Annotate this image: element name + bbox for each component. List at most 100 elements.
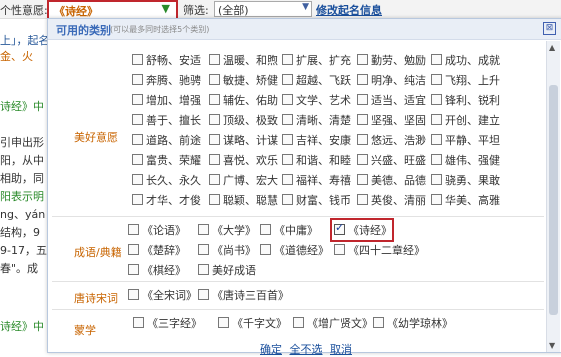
category-option[interactable]: 《道德经》 xyxy=(260,242,329,258)
category-option[interactable]: 财富、钱币 xyxy=(282,192,351,208)
filter-select[interactable]: (全部) ▼ xyxy=(214,1,312,17)
checkbox[interactable] xyxy=(198,244,209,255)
checkbox[interactable] xyxy=(282,134,293,145)
checkbox[interactable] xyxy=(209,94,220,105)
category-option[interactable]: 善于、擅长 xyxy=(132,112,201,128)
category-option[interactable]: 文学、艺术 xyxy=(282,92,351,108)
checkbox[interactable] xyxy=(282,194,293,205)
checkbox[interactable] xyxy=(431,74,442,85)
category-option[interactable]: 《尚书》 xyxy=(198,242,256,258)
checkbox[interactable] xyxy=(431,174,442,185)
checkbox[interactable] xyxy=(431,194,442,205)
category-option[interactable]: 《论语》 xyxy=(128,222,186,238)
category-option[interactable]: 开创、建立 xyxy=(431,112,500,128)
checkbox[interactable] xyxy=(431,114,442,125)
checkbox[interactable] xyxy=(209,134,220,145)
ok-button[interactable]: 确定 xyxy=(260,343,282,356)
checkbox[interactable] xyxy=(282,114,293,125)
category-option[interactable]: 吉祥、安康 xyxy=(282,132,351,148)
checkbox[interactable] xyxy=(132,54,143,65)
category-option[interactable]: 英俊、清丽 xyxy=(357,192,426,208)
checkbox[interactable] xyxy=(260,224,271,235)
modify-name-info-link[interactable]: 修改起名信息 xyxy=(316,2,382,18)
category-option[interactable]: 顶级、极致 xyxy=(209,112,278,128)
checkbox[interactable] xyxy=(132,134,143,145)
checkbox[interactable] xyxy=(431,154,442,165)
checkbox[interactable] xyxy=(132,114,143,125)
category-option[interactable]: 明净、纯洁 xyxy=(357,72,426,88)
checkbox[interactable] xyxy=(431,134,442,145)
category-option[interactable]: 适当、适宜 xyxy=(357,92,426,108)
checkbox[interactable] xyxy=(357,74,368,85)
personality-select[interactable]: 《诗经》 ▼ xyxy=(47,0,178,20)
category-option[interactable]: 《三字经》 xyxy=(133,315,202,331)
checkbox[interactable] xyxy=(209,114,220,125)
category-option[interactable]: 平静、平坦 xyxy=(431,132,500,148)
checkbox[interactable] xyxy=(209,74,220,85)
category-option[interactable]: 《中庸》 xyxy=(260,222,318,238)
category-option[interactable]: 谋略、计谋 xyxy=(209,132,278,148)
cancel-button[interactable]: 取消 xyxy=(330,343,352,356)
category-option[interactable]: 舒畅、安适 xyxy=(132,52,201,68)
category-option[interactable]: 敏捷、矫健 xyxy=(209,72,278,88)
close-icon[interactable]: ⊠ xyxy=(543,22,556,35)
checkbox[interactable] xyxy=(282,154,293,165)
category-option[interactable]: 美德、品德 xyxy=(357,172,426,188)
category-option[interactable]: 扩展、扩充 xyxy=(282,52,351,68)
category-option[interactable]: 兴盛、旺盛 xyxy=(357,152,426,168)
checkbox[interactable] xyxy=(132,74,143,85)
checkbox[interactable] xyxy=(357,54,368,65)
checkbox[interactable] xyxy=(431,54,442,65)
category-option[interactable]: 飞翔、上升 xyxy=(431,72,500,88)
checkbox[interactable] xyxy=(209,194,220,205)
checkbox[interactable] xyxy=(132,154,143,165)
category-option[interactable]: 《楚辞》 xyxy=(128,242,186,258)
checkbox[interactable] xyxy=(132,194,143,205)
category-option[interactable]: 辅佐、佑助 xyxy=(209,92,278,108)
category-option[interactable]: 悠远、浩渺 xyxy=(357,132,426,148)
checkbox[interactable] xyxy=(128,244,139,255)
category-option[interactable]: 《全宋词》 xyxy=(128,287,197,303)
checkbox[interactable] xyxy=(357,174,368,185)
clear-all-button[interactable]: 全不选 xyxy=(290,343,323,356)
checkbox[interactable] xyxy=(198,264,209,275)
checkbox[interactable] xyxy=(282,174,293,185)
checkbox[interactable] xyxy=(282,74,293,85)
category-option[interactable]: 喜悦、欢乐 xyxy=(209,152,278,168)
checkbox[interactable] xyxy=(132,174,143,185)
checkbox[interactable] xyxy=(260,244,271,255)
scroll-down-icon[interactable]: ▼ xyxy=(549,341,555,350)
checkbox[interactable] xyxy=(133,317,144,328)
checkbox[interactable] xyxy=(334,244,345,255)
category-option[interactable]: 超越、飞跃 xyxy=(282,72,351,88)
checkbox[interactable] xyxy=(209,154,220,165)
checkbox[interactable] xyxy=(209,174,220,185)
checkbox[interactable] xyxy=(431,94,442,105)
checkbox[interactable] xyxy=(357,134,368,145)
category-option[interactable]: 《大学》 xyxy=(198,222,256,238)
category-option[interactable]: 骁勇、果敢 xyxy=(431,172,500,188)
category-option[interactable]: 道路、前途 xyxy=(132,132,201,148)
category-option[interactable]: 广博、宏大 xyxy=(209,172,278,188)
category-option[interactable]: 奔腾、驰骋 xyxy=(132,72,201,88)
checkbox[interactable] xyxy=(357,154,368,165)
category-option[interactable]: 《幼学琼林》 xyxy=(373,315,453,331)
category-option[interactable]: 聪颖、聪慧 xyxy=(209,192,278,208)
checkbox[interactable] xyxy=(198,224,209,235)
category-option[interactable]: 清晰、清楚 xyxy=(282,112,351,128)
category-option[interactable]: 才华、才俊 xyxy=(132,192,201,208)
dialog-scrollbar[interactable]: ▲ ▼ xyxy=(546,41,560,352)
scroll-up-icon[interactable]: ▲ xyxy=(549,43,555,52)
category-option[interactable]: 坚强、坚固 xyxy=(357,112,426,128)
scroll-thumb[interactable] xyxy=(549,85,558,315)
checkbox[interactable] xyxy=(128,224,139,235)
checkbox[interactable] xyxy=(293,317,304,328)
category-option[interactable]: 勤劳、勉励 xyxy=(357,52,426,68)
checkbox[interactable] xyxy=(357,194,368,205)
category-option[interactable]: 《增广贤文》 xyxy=(293,315,373,331)
checkbox[interactable] xyxy=(198,289,209,300)
checkbox[interactable] xyxy=(128,264,139,275)
category-option[interactable]: 《棋经》 xyxy=(128,262,186,278)
checkbox[interactable] xyxy=(282,94,293,105)
checkbox[interactable] xyxy=(373,317,384,328)
